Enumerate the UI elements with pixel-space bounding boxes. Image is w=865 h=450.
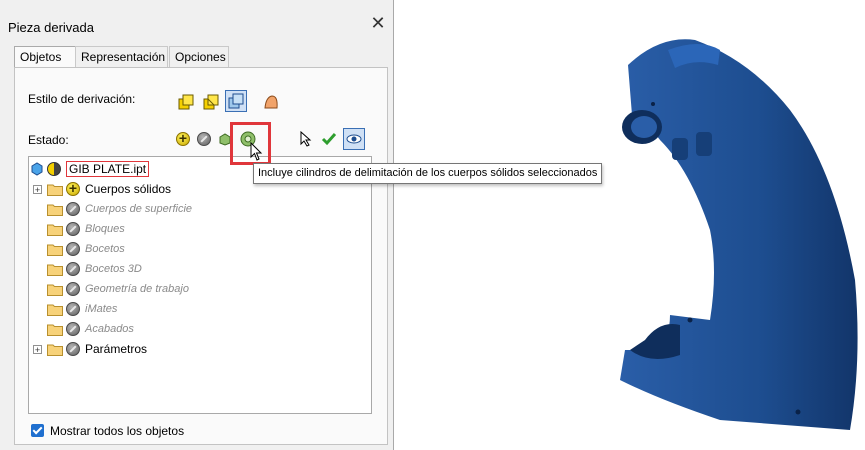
part-cube-icon — [31, 162, 43, 176]
exclude-state-icon[interactable] — [66, 262, 80, 276]
tooltip: Incluye cilindros de delimitación de los… — [253, 163, 603, 184]
seams-solid-icon — [203, 94, 219, 110]
tree-item-row[interactable]: Bocetos — [33, 239, 125, 259]
tab-opciones[interactable]: Opciones — [169, 46, 229, 67]
mouse-cursor-icon — [250, 142, 263, 161]
single-solid-icon — [178, 94, 194, 110]
exclude-state-icon[interactable] — [66, 302, 80, 316]
tree-item-row[interactable]: Bloques — [33, 219, 125, 239]
folder-icon — [47, 324, 63, 336]
dialog-title: Pieza derivada — [8, 20, 94, 35]
tab-objetos[interactable]: Objetos — [14, 46, 76, 69]
select-button[interactable] — [295, 128, 317, 150]
checkmark-icon — [321, 133, 337, 146]
folder-icon — [47, 244, 63, 256]
show-all-checkbox[interactable] — [31, 424, 44, 437]
exclude-state-icon[interactable] — [66, 282, 80, 296]
gib-plate-3d-model — [620, 39, 858, 431]
single-solid-style-button[interactable] — [175, 91, 197, 113]
object-tree: GIB PLATE.ipt + Cuerpos sólidos Cuerpos de… — [28, 156, 372, 414]
show-all-label: Mostrar todos los objetos — [50, 424, 185, 438]
derived-part-dialog: Pieza derivada ✕ Objetos Representación … — [0, 0, 394, 450]
preserve-seams-style-button[interactable] — [200, 91, 222, 113]
derivation-style-label: Estilo de derivación: — [28, 92, 136, 106]
expand-icon[interactable]: + — [33, 344, 42, 354]
exclude-state-icon[interactable] — [66, 242, 80, 256]
tree-item-label: Cuerpos de superficie — [85, 203, 193, 215]
exclude-state-icon[interactable] — [66, 322, 80, 336]
tree-item-label: Parámetros — [85, 342, 148, 356]
tree-root-row[interactable]: GIB PLATE.ipt — [30, 159, 150, 179]
tree-item-row[interactable]: Bocetos 3D — [33, 259, 142, 279]
surface-style-button[interactable] — [260, 91, 282, 113]
include-state-button[interactable] — [172, 128, 194, 150]
tree-item-label: Cuerpos sólidos — [85, 182, 172, 196]
tree-item-row[interactable]: Geometría de trabajo — [33, 279, 189, 299]
tree-item-row[interactable]: + Cuerpos sólidos — [33, 179, 171, 199]
accept-button[interactable] — [318, 128, 340, 150]
folder-icon — [47, 204, 63, 216]
folder-icon — [47, 184, 63, 196]
tree-item-label: Bocetos — [85, 243, 125, 255]
tree-item-row[interactable]: Acabados — [33, 319, 134, 339]
tree-item-row[interactable]: Cuerpos de superficie — [33, 199, 192, 219]
folder-icon — [47, 304, 63, 316]
tree-item-label: Geometría de trabajo — [85, 283, 189, 295]
close-icon[interactable]: ✕ — [368, 13, 388, 33]
pointer-arrow-icon — [300, 131, 312, 147]
tree-item-label: Acabados — [85, 323, 134, 335]
surface-body-icon — [264, 95, 278, 109]
folder-icon — [47, 264, 63, 276]
mixed-state-icon — [47, 162, 61, 176]
expand-icon[interactable]: + — [33, 184, 42, 194]
exclude-state-button[interactable] — [193, 128, 215, 150]
folder-icon — [47, 284, 63, 296]
tab-representacion[interactable]: Representación — [75, 46, 168, 67]
include-icon — [176, 130, 190, 146]
tree-item-label: iMates — [85, 303, 118, 315]
tree-item-label: Bloques — [85, 223, 125, 235]
exclude-state-icon[interactable] — [66, 202, 80, 216]
multiple-solids-icon — [228, 93, 244, 109]
exclude-state-icon[interactable] — [66, 342, 80, 356]
state-label: Estado: — [28, 133, 69, 147]
folder-icon — [47, 224, 63, 236]
folder-icon — [47, 344, 63, 356]
tree-item-row[interactable]: iMates — [33, 299, 117, 319]
include-state-icon[interactable] — [66, 180, 80, 196]
multiple-solids-style-button[interactable] — [225, 90, 247, 112]
visibility-button[interactable] — [343, 128, 365, 150]
tree-item-label: Bocetos 3D — [85, 263, 142, 275]
root-part-label: GIB PLATE.ipt — [66, 161, 150, 177]
exclude-icon — [197, 132, 211, 146]
exclude-state-icon[interactable] — [66, 222, 80, 236]
tree-item-row[interactable]: + Parámetros — [33, 339, 147, 359]
eye-icon — [346, 134, 362, 144]
